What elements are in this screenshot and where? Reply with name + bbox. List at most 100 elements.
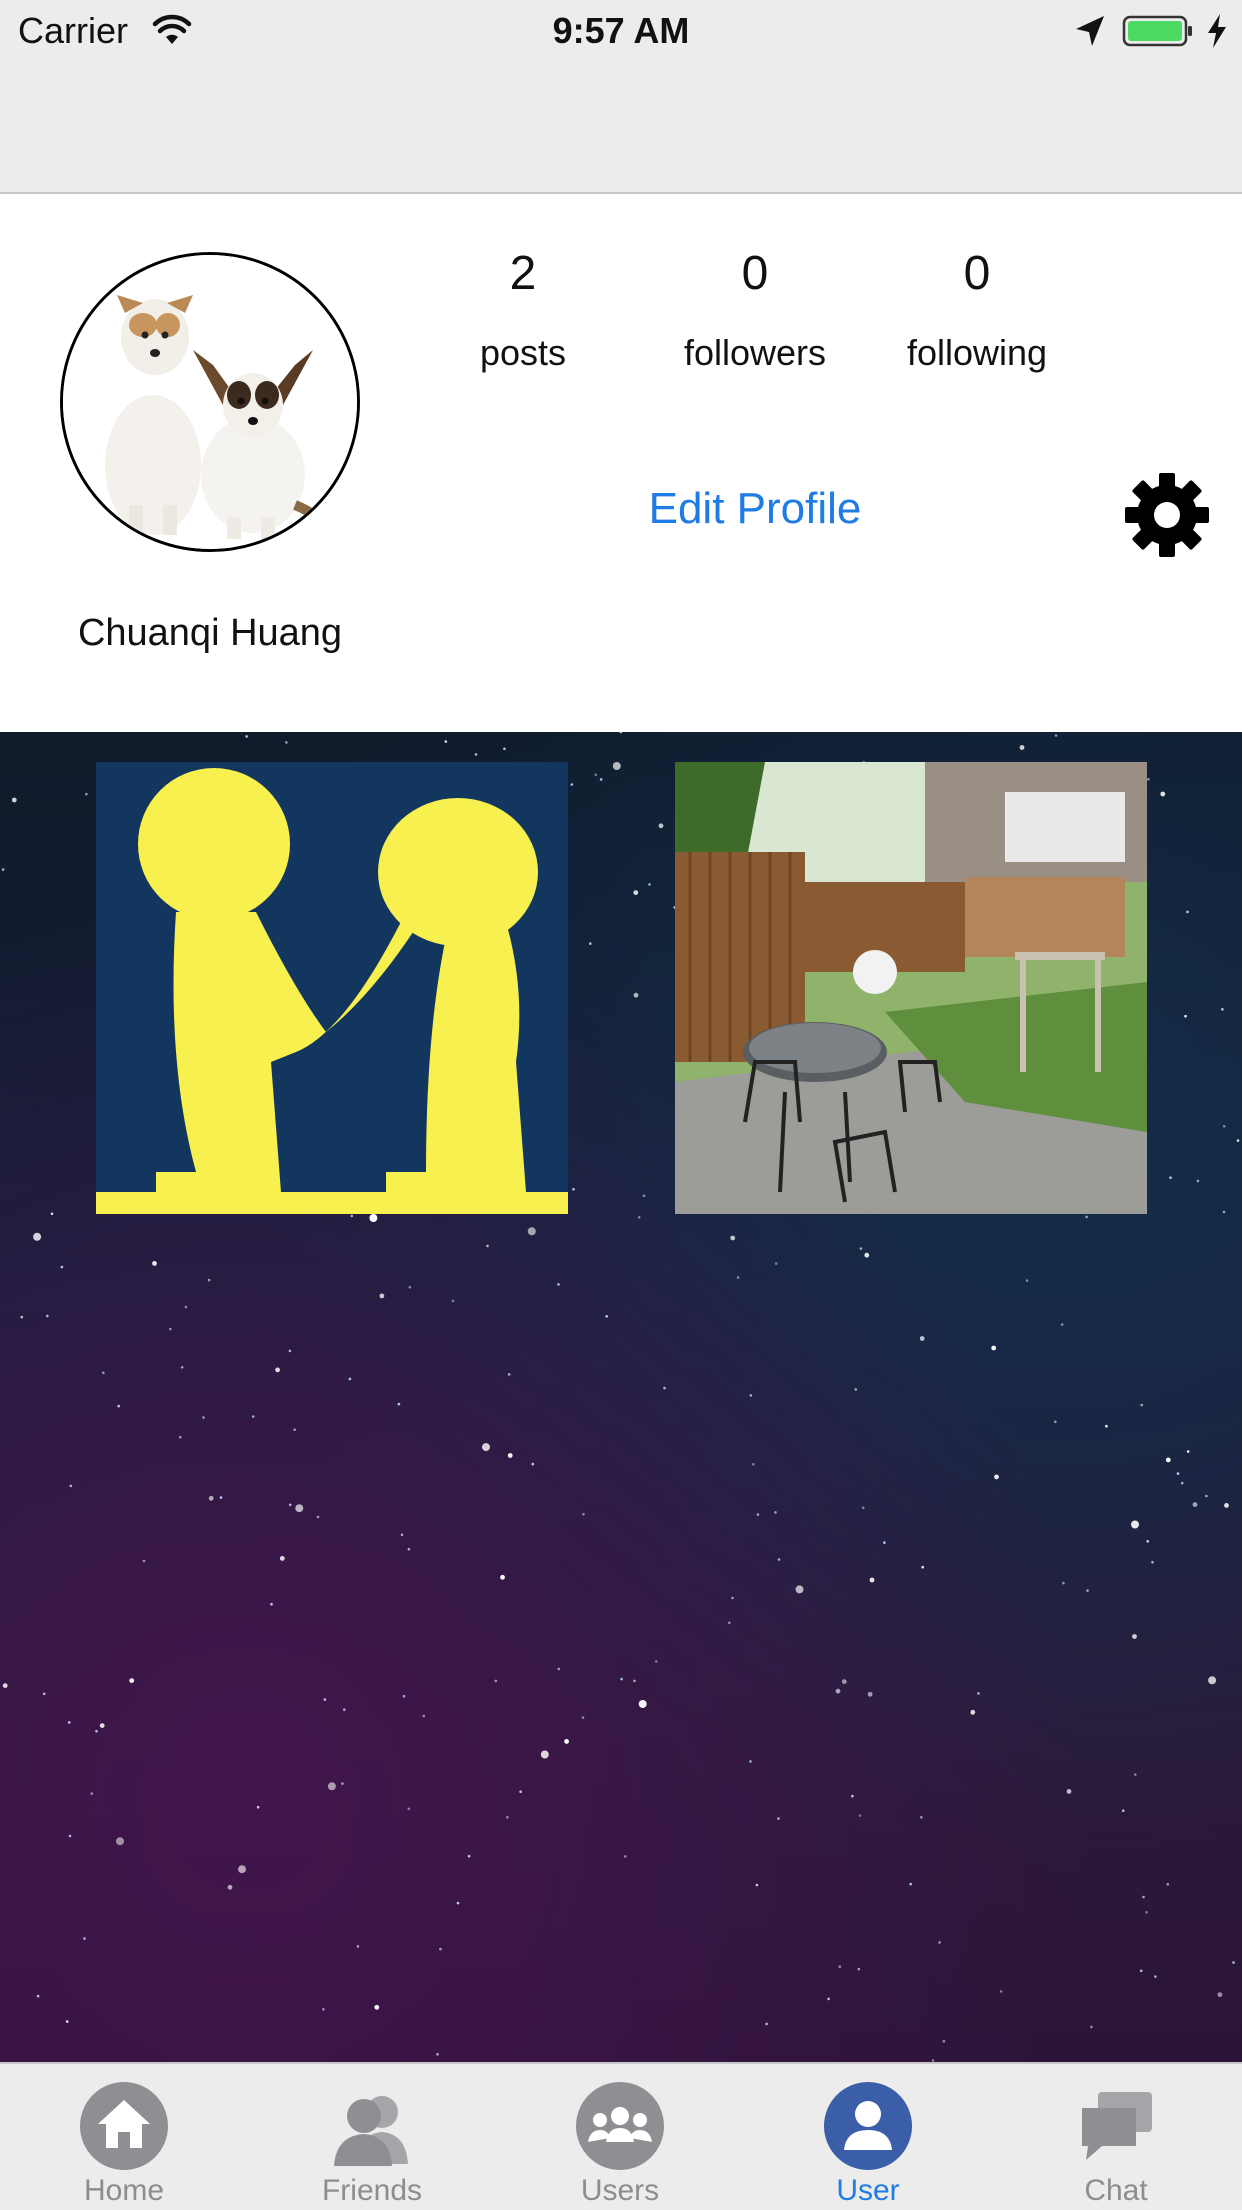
star xyxy=(531,1462,535,1466)
star xyxy=(859,1247,863,1250)
star xyxy=(1,868,5,871)
star xyxy=(731,1596,734,1600)
stat-followers-label: followers xyxy=(683,332,827,373)
star xyxy=(1086,1589,1089,1592)
star xyxy=(1205,1494,1208,1498)
star xyxy=(1180,1481,1184,1485)
star xyxy=(1142,1895,1145,1899)
star xyxy=(482,1443,490,1452)
star xyxy=(350,1214,354,1218)
star xyxy=(619,732,623,734)
avatar[interactable] xyxy=(60,252,360,552)
star xyxy=(451,1299,455,1303)
star xyxy=(1176,1472,1180,1475)
star xyxy=(99,1723,105,1728)
star xyxy=(90,1792,94,1795)
star xyxy=(1121,1809,1125,1812)
star xyxy=(752,1463,755,1466)
star xyxy=(841,1679,847,1684)
star xyxy=(582,1512,585,1516)
tab-chat-label: Chat xyxy=(1084,2174,1148,2207)
star xyxy=(867,1691,873,1697)
star xyxy=(519,1790,522,1793)
star xyxy=(774,1511,777,1514)
star xyxy=(581,1716,585,1719)
star xyxy=(1154,1975,1157,1978)
star xyxy=(129,1678,135,1683)
star xyxy=(20,1315,24,1319)
star xyxy=(749,1760,752,1763)
star xyxy=(219,1496,223,1499)
star xyxy=(869,1577,875,1583)
star xyxy=(500,1574,505,1580)
star xyxy=(36,1994,40,1998)
star xyxy=(942,2039,946,2043)
star xyxy=(1196,1179,1200,1183)
star xyxy=(245,735,248,738)
star xyxy=(919,1336,925,1341)
tab-home[interactable]: Home xyxy=(24,2070,224,2210)
star xyxy=(861,1506,865,1510)
star xyxy=(1186,1450,1190,1453)
star xyxy=(178,1435,182,1439)
tab-user[interactable]: User xyxy=(768,2070,968,2210)
stat-posts-label: posts xyxy=(479,332,567,373)
star xyxy=(293,1428,296,1431)
post-thumbnail-1[interactable] xyxy=(96,762,568,1214)
star xyxy=(749,1394,753,1397)
star xyxy=(605,1315,608,1318)
star xyxy=(599,778,603,781)
star xyxy=(755,1883,759,1887)
user-icon xyxy=(824,2082,912,2170)
star xyxy=(557,1667,561,1671)
edit-profile-button[interactable]: Edit Profile xyxy=(560,484,950,534)
tab-chat[interactable]: Chat xyxy=(1016,2070,1216,2210)
star xyxy=(570,783,574,786)
post-thumbnail-2[interactable] xyxy=(675,762,1147,1214)
tab-friends-label: Friends xyxy=(321,2174,423,2207)
tab-friends[interactable]: Friends xyxy=(272,2070,472,2210)
location-arrow-icon xyxy=(1076,16,1104,46)
star xyxy=(407,1547,411,1551)
star xyxy=(1166,1882,1170,1886)
tab-users[interactable]: Users xyxy=(520,2070,720,2210)
star xyxy=(594,773,598,777)
star xyxy=(864,1252,870,1258)
star xyxy=(369,1214,378,1222)
star xyxy=(95,1729,98,1733)
stat-following: 0 following xyxy=(867,244,1087,374)
star xyxy=(397,1402,401,1406)
star xyxy=(1221,1008,1224,1011)
star xyxy=(637,1216,641,1219)
star xyxy=(1019,745,1025,750)
star xyxy=(854,1388,858,1391)
star xyxy=(777,1817,780,1820)
chat-icon xyxy=(1082,2092,1152,2160)
star xyxy=(50,1212,54,1216)
star xyxy=(921,1565,924,1569)
star xyxy=(564,1739,569,1744)
tab-home-label: Home xyxy=(83,2174,165,2207)
star xyxy=(1145,1911,1148,1914)
star xyxy=(728,1621,731,1625)
star xyxy=(1025,1279,1029,1282)
star xyxy=(736,1276,740,1279)
star xyxy=(288,1349,292,1353)
profile-header: Chuanqi Huang 2 posts 0 followers 0 foll… xyxy=(0,194,1242,732)
star xyxy=(142,1559,146,1563)
star xyxy=(991,1345,997,1351)
star xyxy=(444,740,448,743)
star xyxy=(348,1377,352,1381)
star xyxy=(69,1484,73,1488)
settings-gear-icon[interactable] xyxy=(1124,472,1210,558)
star xyxy=(1232,1961,1235,1964)
star xyxy=(1140,1403,1144,1407)
star xyxy=(1066,1789,1072,1794)
star xyxy=(456,1901,460,1905)
star xyxy=(633,1679,636,1683)
star xyxy=(316,1515,320,1519)
star xyxy=(327,1782,336,1791)
charging-bolt-icon xyxy=(1208,14,1226,48)
stat-following-value: 0 xyxy=(963,247,991,300)
star xyxy=(663,1386,666,1390)
